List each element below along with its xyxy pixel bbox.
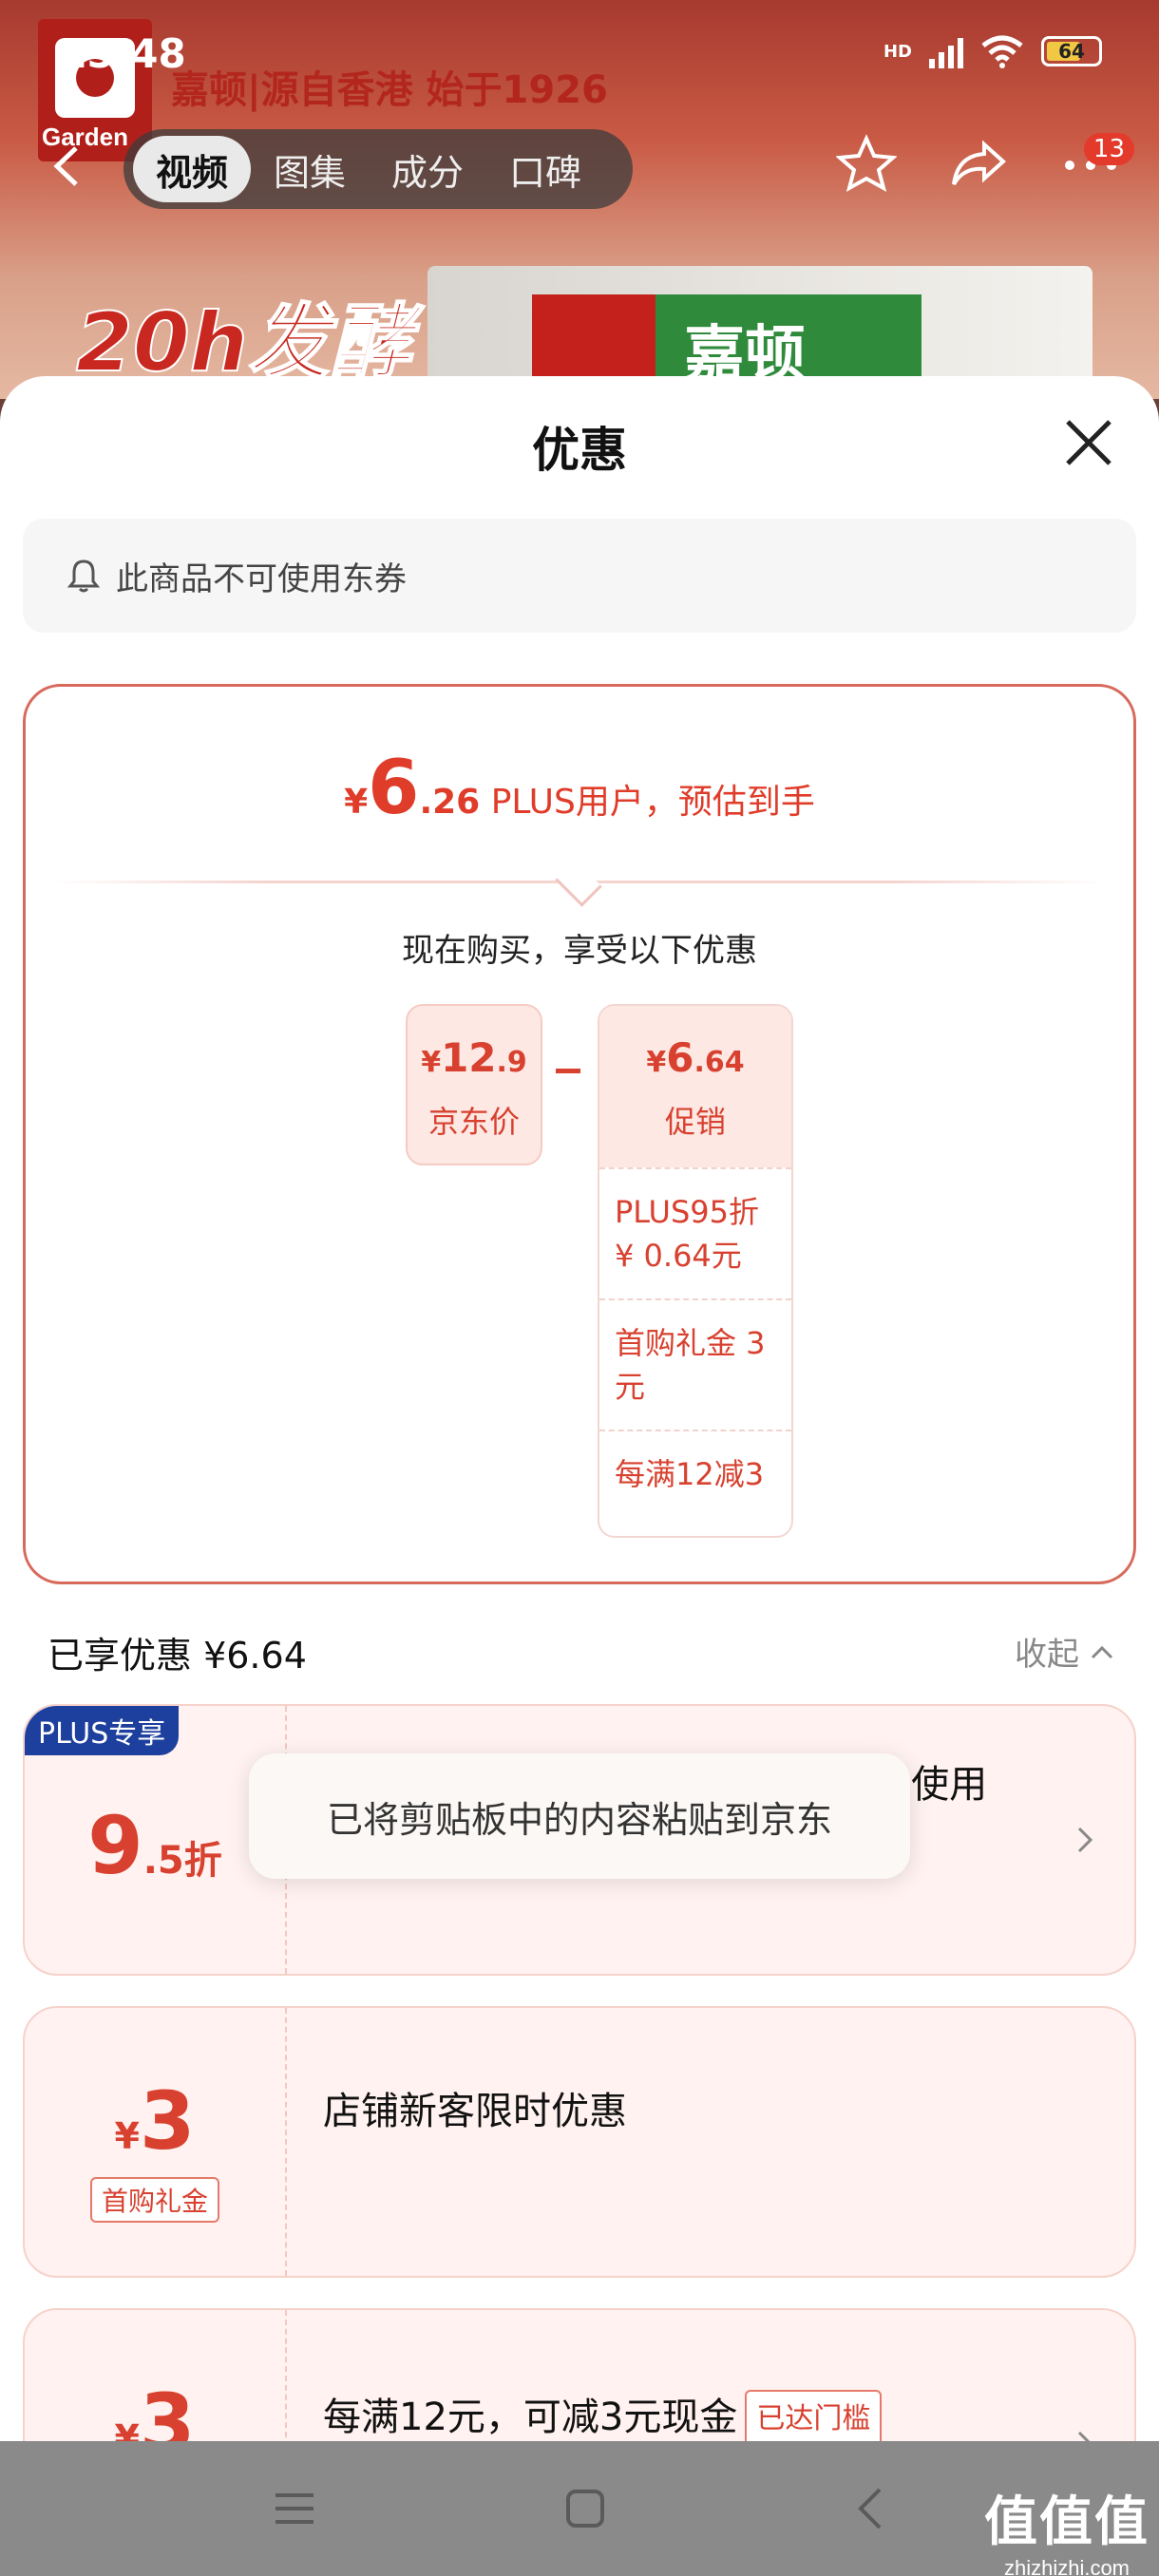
calc-subtitle: 现在购买，享受以下优惠 (402, 932, 757, 970)
minus-sign (556, 1069, 580, 1073)
offer-title: 店铺新客限时优惠 (323, 2090, 627, 2133)
home-icon[interactable] (564, 2488, 606, 2529)
back-nav-icon[interactable] (853, 2486, 887, 2531)
watermark: 值值值 zhizhizhi.com (984, 2491, 1150, 2576)
message-count-badge: 13 (1083, 133, 1134, 165)
tab-gallery[interactable]: 图集 (251, 136, 369, 202)
tab-reviews[interactable]: 口碑 (486, 136, 604, 202)
promo-item-threshold: 每满12减3 (599, 1430, 791, 1517)
divider-notch (555, 860, 602, 907)
bell-icon (66, 559, 101, 593)
hd-label: HD (883, 41, 912, 62)
tab-ingredients[interactable]: 成分 (369, 136, 486, 202)
clipboard-toast: 已将剪贴板中的内容粘贴到京东 (249, 1753, 910, 1879)
notice-text: 此商品不可使用东券 (116, 559, 407, 598)
signal-icon (929, 34, 963, 68)
nav-actions (836, 133, 1121, 194)
battery-icon: 64 (1041, 36, 1102, 66)
close-icon[interactable] (1062, 416, 1115, 469)
share-icon[interactable] (948, 133, 1009, 194)
offer-value: ¥3 首购礼金 (25, 2008, 287, 2276)
chevron-up-icon (1091, 1645, 1113, 1658)
coupon-notice: 此商品不可使用东券 (23, 519, 1136, 633)
price-calculation-card: ¥6.26 PLUS用户，预估到手 现在购买，享受以下优惠 ¥12.9 京东价 … (23, 684, 1136, 1584)
collapse-button[interactable]: 收起 (1015, 1628, 1115, 1675)
threshold-reached-tag: 已达门槛 (745, 2390, 883, 2449)
back-icon[interactable] (48, 142, 86, 202)
promo-item-gift: 首购礼金 3元 (599, 1298, 791, 1430)
jd-price-box: ¥12.9 京东价 (406, 1004, 542, 1165)
gift-tag: 首购礼金 (89, 2177, 219, 2223)
status-bar: 15:48 HD 64 (0, 0, 1159, 95)
chevron-right-icon (1074, 1821, 1096, 1868)
discount-sheet: 优惠 此商品不可使用东券 ¥6.26 PLUS用户，预估到手 现在购买，享受以下… (0, 376, 1159, 2576)
plus-exclusive-tag: PLUS专享 (25, 1706, 180, 1755)
offer-first-purchase-gift[interactable]: ¥3 首购礼金 店铺新客限时优惠 (23, 2006, 1136, 2278)
star-icon[interactable] (836, 133, 897, 194)
enjoyed-discount-total: 已享优惠 ¥6.64 (48, 1635, 307, 1676)
sheet-title: 优惠 (532, 423, 627, 478)
promo-item-plus: PLUS95折 ¥ 0.64元 (599, 1167, 791, 1298)
estimated-price: ¥6.26 PLUS用户，预估到手 (344, 746, 815, 831)
tab-video[interactable]: 视频 (133, 136, 252, 202)
media-tabs: 视频 图集 成分 口碑 (124, 129, 633, 209)
promo-box: ¥6.64 促销 PLUS95折 ¥ 0.64元 首购礼金 3元 每满12减3 (598, 1004, 793, 1538)
status-time: 15:48 (59, 30, 186, 77)
offer-title: 每满12元，可减3元现金 (323, 2396, 738, 2439)
menu-icon[interactable] (272, 2490, 317, 2528)
wifi-icon (981, 35, 1023, 68)
status-icons: HD 64 (884, 34, 1102, 68)
